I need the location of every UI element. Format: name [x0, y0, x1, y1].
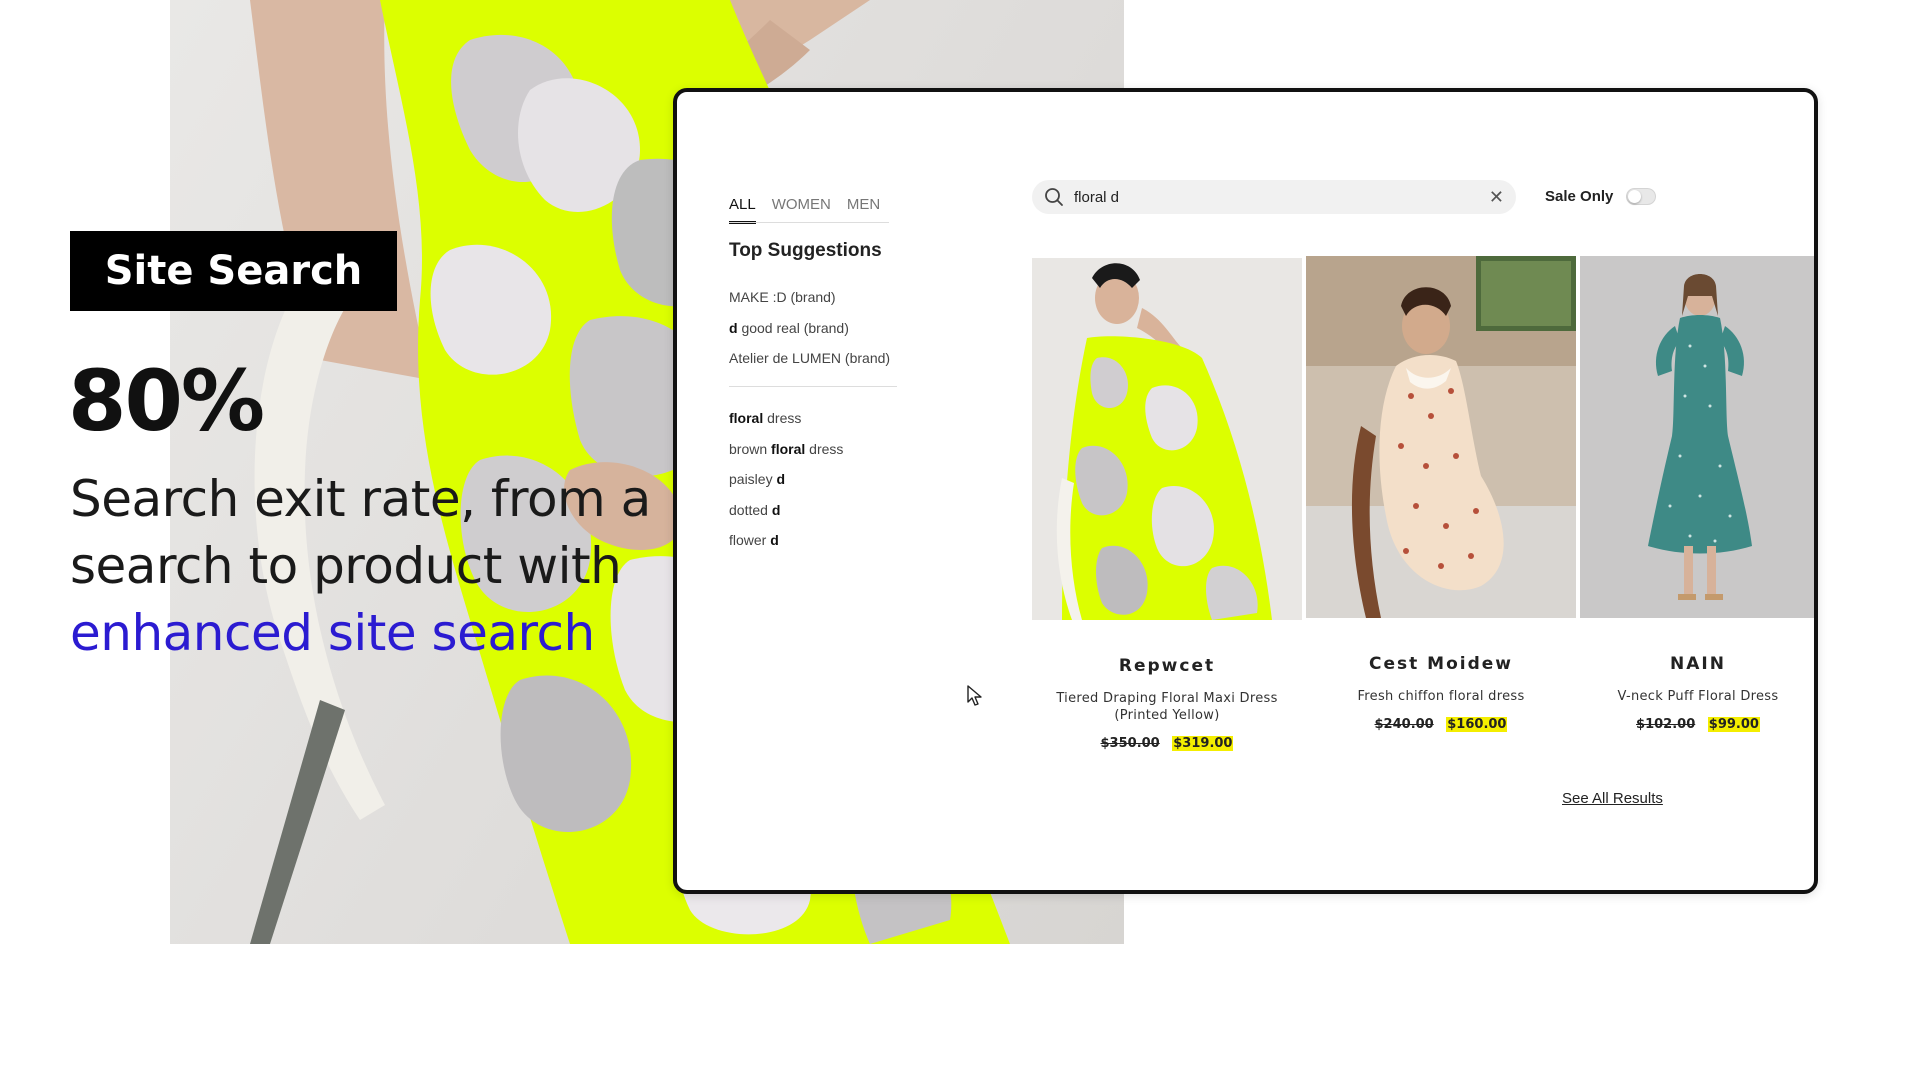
sale-only-label: Sale Only — [1545, 188, 1614, 205]
mouse-cursor-icon — [967, 685, 982, 706]
original-price: $240.00 — [1374, 717, 1434, 732]
product-image[interactable] — [1306, 256, 1576, 618]
product-name-line: V-neck Puff Floral Dress — [1617, 689, 1779, 704]
tab-women[interactable]: WOMEN — [772, 196, 831, 224]
suggestion-item[interactable]: dotted d — [729, 501, 843, 532]
product-name-line: Tiered Draping Floral Maxi Dress — [1056, 691, 1278, 706]
sale-only-toggle[interactable] — [1626, 188, 1656, 205]
product-brand: NAIN — [1670, 654, 1726, 674]
suggestion-text: brown — [729, 440, 772, 457]
product-name: Fresh chiffon floral dress — [1306, 688, 1576, 705]
original-price: $350.00 — [1100, 736, 1160, 751]
suggestion-item[interactable]: d good real (brand) — [729, 319, 890, 350]
see-all-results-link[interactable]: See All Results — [1562, 790, 1663, 807]
stat-description: Search exit rate, from a search to produ… — [70, 466, 690, 667]
suggestion-text: MAKE :D (brand) — [729, 289, 836, 305]
suggestion-text: dress — [763, 410, 802, 426]
suggestion-item[interactable]: Atelier de LUMEN (brand) — [729, 349, 890, 380]
suggestion-text: dress — [805, 440, 844, 457]
suggestion-match: d — [729, 319, 738, 336]
suggestion-match: d — [770, 532, 779, 548]
suggestion-text: paisley — [729, 471, 777, 487]
toggle-knob — [1628, 190, 1641, 203]
search-ui-window: ALL WOMEN MEN Top Suggestions MAKE :D (b… — [673, 88, 1818, 894]
suggestion-match: floral — [771, 440, 806, 457]
stat-description-accent: enhanced site search — [70, 604, 595, 662]
stat-description-text: Search exit rate, from a search to produ… — [70, 470, 651, 595]
suggestion-text: dotted — [729, 501, 772, 518]
sale-price: $319.00 — [1172, 736, 1234, 751]
suggestion-match: floral — [729, 410, 764, 426]
suggestion-match: d — [776, 471, 786, 487]
product-brand: Repwcet — [1118, 656, 1216, 676]
term-suggestions: floral dress brown floral dress paisley … — [729, 409, 843, 562]
product-name-line: (Printed Yellow) — [1114, 708, 1220, 723]
suggestions-divider — [729, 386, 897, 387]
search-bar: ✕ — [1032, 180, 1516, 214]
sale-price: $160.00 — [1446, 717, 1508, 732]
suggestions-title: Top Suggestions — [729, 240, 882, 261]
product-name-line: Fresh chiffon floral dress — [1357, 689, 1525, 704]
search-input[interactable] — [1074, 188, 1483, 206]
product-image[interactable] — [1580, 256, 1814, 618]
tabs-underline — [729, 222, 889, 223]
stat-value: 80% — [68, 352, 265, 450]
search-icon — [1045, 188, 1063, 206]
brand-suggestions: MAKE :D (brand) d good real (brand) Atel… — [729, 288, 890, 380]
suggestion-item[interactable]: floral dress — [729, 409, 843, 440]
tab-all[interactable]: ALL — [729, 196, 756, 224]
tab-men[interactable]: MEN — [847, 196, 880, 224]
product-price: $102.00 $99.00 — [1580, 717, 1814, 732]
gender-tabs: ALL WOMEN MEN — [729, 196, 896, 224]
product-name: V-neck Puff Floral Dress — [1580, 688, 1814, 705]
suggestion-text: Atelier de LUMEN (brand) — [729, 350, 891, 366]
product-card[interactable]: Cest Moidew Fresh chiffon floral dress $… — [1306, 256, 1576, 732]
suggestion-match: d — [771, 501, 781, 518]
original-price: $102.00 — [1636, 717, 1696, 732]
product-image[interactable] — [1032, 258, 1302, 620]
suggestion-item[interactable]: paisley d — [729, 470, 843, 501]
product-card[interactable]: Repwcet Tiered Draping Floral Maxi Dress… — [1032, 258, 1302, 751]
product-price: $240.00 $160.00 — [1306, 717, 1576, 732]
product-brand: Cest Moidew — [1369, 654, 1513, 674]
feature-badge: Site Search — [70, 231, 397, 311]
product-price: $350.00 $319.00 — [1032, 736, 1302, 751]
suggestion-item[interactable]: flower d — [729, 531, 843, 562]
suggestion-text: flower — [729, 532, 771, 548]
suggestion-item[interactable]: MAKE :D (brand) — [729, 288, 890, 319]
sale-price: $99.00 — [1707, 717, 1760, 732]
close-icon[interactable]: ✕ — [1489, 187, 1504, 208]
suggestion-item[interactable]: brown floral dress — [729, 440, 843, 471]
product-card[interactable]: NAIN V-neck Puff Floral Dress $102.00 $9… — [1580, 256, 1814, 732]
suggestion-text: good real (brand) — [737, 319, 849, 336]
product-name: Tiered Draping Floral Maxi Dress (Printe… — [1032, 690, 1302, 724]
